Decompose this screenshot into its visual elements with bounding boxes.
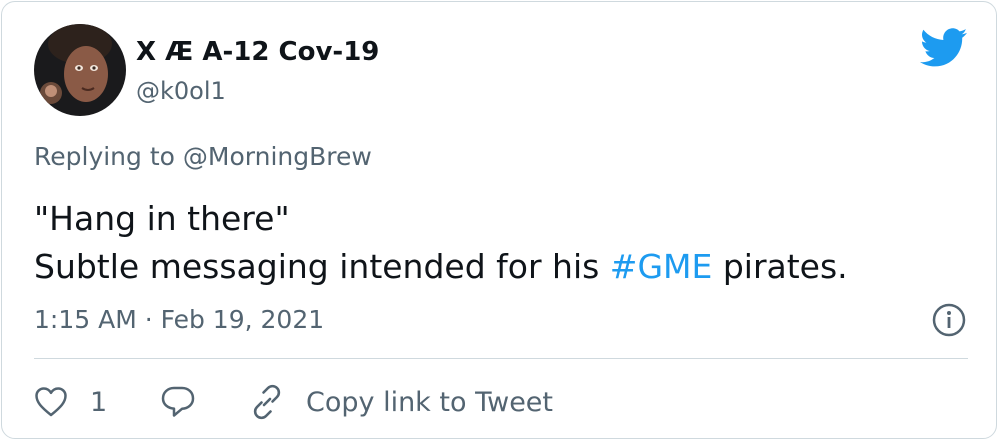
copy-link-label: Copy link to Tweet	[306, 386, 554, 418]
twitter-bird-icon[interactable]	[920, 28, 968, 68]
info-icon[interactable]	[932, 303, 966, 337]
copy-link-button[interactable]: Copy link to Tweet	[248, 382, 553, 422]
tweet-text-line-2: Subtle messaging intended for his #GME p…	[34, 243, 848, 291]
replying-to-label: Replying to @MorningBrew	[34, 142, 372, 171]
divider	[34, 358, 968, 359]
reply-button[interactable]	[160, 382, 196, 422]
avatar[interactable]	[34, 24, 126, 116]
link-icon	[248, 383, 286, 421]
tweet-text-line-1: "Hang in there"	[34, 199, 290, 238]
heart-icon	[34, 386, 68, 418]
like-count: 1	[90, 386, 108, 418]
reply-bubble-icon	[160, 385, 196, 419]
tweet-card: X Æ A-12 Cov-19 @k0ol1 Replying to @Morn…	[1, 1, 997, 439]
tweet-timestamp[interactable]: 1:15 AM · Feb 19, 2021	[34, 305, 324, 334]
hashtag-link[interactable]: #GME	[610, 247, 713, 286]
author-display-name[interactable]: X Æ A-12 Cov-19	[136, 37, 379, 67]
avatar-image	[34, 24, 126, 116]
tweet-text: "Hang in there" Subtle messaging intende…	[34, 195, 848, 291]
tweet-text-part: pirates.	[712, 247, 848, 286]
tweet-text-part: Subtle messaging intended for his	[34, 247, 610, 286]
like-button[interactable]: 1	[34, 382, 107, 422]
author-handle[interactable]: @k0ol1	[136, 77, 226, 105]
